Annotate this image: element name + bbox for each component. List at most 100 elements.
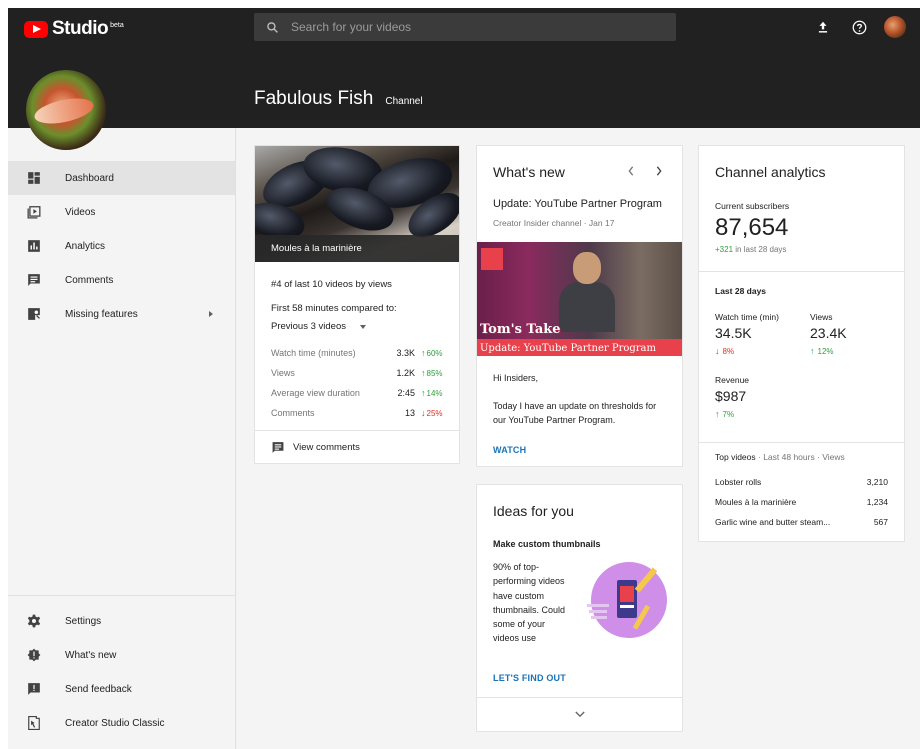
sidebar-item-dashboard[interactable]: Dashboard [8,161,235,195]
beta-badge: beta [110,21,124,29]
video-thumbnail[interactable]: Moules à la marinière [255,146,459,262]
view-comments-label: View comments [293,441,360,453]
sidebar-item-creator-studio-classic[interactable]: Creator Studio Classic [8,706,235,740]
top-videos-heading: Top videos · Last 48 hours · Views [715,452,845,462]
sidebar-item-whats-new[interactable]: What's new [8,638,235,672]
thumbnail-illustration [587,560,667,640]
analytics-icon [26,238,42,254]
whats-new-body: Hi Insiders, Today I have an update on t… [493,371,671,441]
stat-label: Views [271,368,295,378]
whats-new-video-thumbnail[interactable]: Tom's Take Update: YouTube Partner Progr… [477,242,682,356]
logo-text: Studio [52,18,109,39]
search-icon [267,21,278,33]
view-comments-button[interactable]: View comments [255,430,459,463]
whats-new-card: What's new Update: YouTube Partner Progr… [476,145,683,467]
sidebar-item-label: Comments [65,274,114,286]
compare-text: First 58 minutes compared to: [271,303,397,314]
stat-change: 85% [421,368,447,378]
sidebar-item-videos[interactable]: Videos [8,195,235,229]
comment-icon [271,441,285,454]
sidebar-item-comments[interactable]: Comments [8,263,235,297]
sidebar-item-missing-features[interactable]: Missing features [8,297,235,331]
chevron-right-icon[interactable] [654,166,664,176]
whats-new-headline[interactable]: Update: YouTube Partner Program [493,198,662,210]
chevron-right-icon [209,311,213,317]
card-title: Channel analytics [715,164,826,180]
creator-insider-badge [481,248,503,270]
stat-value: 2:45 [397,388,415,398]
top-bar: Studio beta Fabulous Fish Channel [8,8,920,128]
video-title: Moules à la marinière [255,235,459,262]
top-video-row[interactable]: Garlic wine and butter steam... 567 [715,512,888,532]
top-video-views: 3,210 [866,477,888,487]
period-section: Last 28 days [699,286,904,296]
watch-button[interactable]: WATCH [493,445,526,455]
channel-analytics-card: Channel analytics Current subscribers 87… [698,145,905,542]
stat-change: 60% [421,348,447,358]
sidebar-item-settings[interactable]: Settings [8,604,235,638]
sidebar-item-label: Send feedback [65,683,132,695]
top-videos-section: Top videos · Last 48 hours · Views Lobst… [699,452,904,532]
search-bar[interactable] [254,13,676,41]
arrow-up-icon [421,348,426,358]
chevron-left-icon[interactable] [626,166,636,176]
whats-new-icon [26,647,42,663]
youtube-play-icon [24,20,48,38]
metric-views: Views 23.4K 12% [810,312,890,356]
sidebar-item-label: Creator Studio Classic [65,717,165,729]
comments-icon [26,272,42,288]
stat-row-watch-time: Watch time (minutes) 3.3K 60% [271,343,447,363]
sidebar-bottom-nav: Settings What's new Send feedback Creato… [8,595,235,740]
sidebar-item-label: Analytics [65,240,106,252]
sidebar-item-label: Videos [65,206,96,218]
whats-new-message: Today I have an update on thresholds for… [493,401,657,425]
search-input[interactable] [291,20,661,34]
lets-find-out-button[interactable]: LET'S FIND OUT [493,673,566,683]
metric-watch-time: Watch time (min) 34.5K 8% [715,312,805,356]
stat-label: Comments [271,408,315,418]
whats-new-greeting: Hi Insiders, [493,373,539,383]
top-video-title: Lobster rolls [715,477,762,487]
subscribers-change: +321 in last 28 days [715,245,787,254]
arrow-down-icon [421,408,426,418]
top-video-views: 1,234 [866,497,888,507]
period-label: Last 28 days [715,286,767,296]
ideas-subtitle: Make custom thumbnails [493,539,601,549]
stat-label: Average view duration [271,388,360,398]
help-icon[interactable] [848,16,870,38]
arrow-down-icon [715,346,720,356]
feedback-icon [26,681,42,697]
stat-change: 14% [421,388,447,398]
sidebar-item-analytics[interactable]: Analytics [8,229,235,263]
stat-row-avg-duration: Average view duration 2:45 14% [271,383,447,403]
channel-avatar[interactable] [26,70,106,150]
stat-row-comments: Comments 13 25% [271,403,447,423]
top-video-row[interactable]: Moules à la marinière 1,234 [715,492,888,512]
channel-name: Fabulous Fish [254,88,374,109]
dropdown-arrow-icon [359,324,366,329]
studio-logo[interactable]: Studio beta [24,18,124,40]
whats-new-source: Creator Insider channel · Jan 17 [493,218,615,228]
account-avatar[interactable] [884,16,906,38]
subscribers-value: 87,654 [715,214,789,241]
stat-change: 25% [421,408,447,418]
subscribers-section: Current subscribers 87,654 +321 in last … [699,201,904,254]
whats-new-pager [626,166,664,176]
compare-dropdown[interactable]: Previous 3 videos [271,321,366,332]
sidebar-item-label: Missing features [65,308,138,320]
classic-icon [26,715,42,731]
expand-ideas-button[interactable] [477,697,682,731]
top-video-title: Garlic wine and butter steam... [715,517,831,527]
sidebar-item-send-feedback[interactable]: Send feedback [8,672,235,706]
top-video-row[interactable]: Lobster rolls 3,210 [715,472,888,492]
top-video-views: 567 [873,517,888,527]
compare-dropdown-value: Previous 3 videos [271,321,346,332]
stat-value: 13 [404,408,415,418]
stat-label: Watch time (minutes) [271,348,356,358]
arrow-up-icon [421,388,426,398]
stat-row-views: Views 1.2K 85% [271,363,447,383]
ideas-card: Ideas for you Make custom thumbnails 90%… [476,484,683,732]
top-actions [812,16,906,38]
stat-value: 1.2K [396,368,415,378]
upload-icon[interactable] [812,16,834,38]
